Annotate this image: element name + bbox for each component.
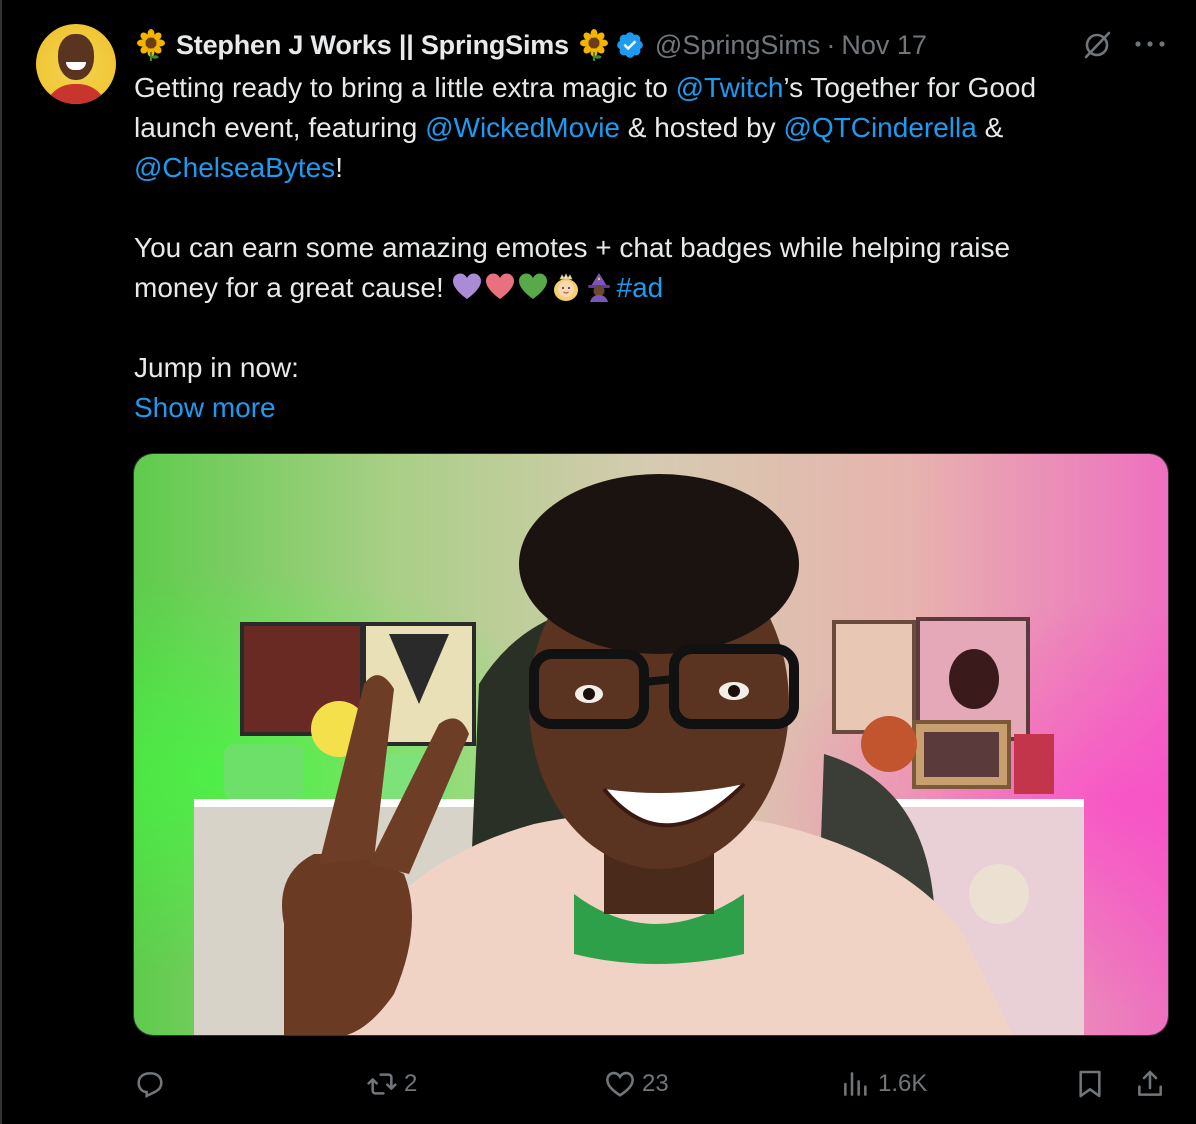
text-segment: money for a great cause!	[134, 272, 452, 303]
hashtag-ad[interactable]: #ad	[617, 272, 664, 303]
show-more-link[interactable]: Show more	[134, 392, 276, 423]
tweet-text: Getting ready to bring a little extra ma…	[134, 68, 1154, 428]
mention-twitch[interactable]: @Twitch	[676, 72, 784, 103]
retweet-count: 2	[404, 1070, 418, 1097]
pink-heart-icon	[485, 273, 514, 299]
sunflower-icon	[579, 29, 608, 61]
share-icon	[1138, 1070, 1162, 1096]
mention-chelseabytes[interactable]: @ChelseaBytes	[134, 152, 335, 183]
heart-icon	[606, 1071, 634, 1097]
mention-qtcinderella[interactable]: @QTCinderella	[783, 112, 976, 143]
bookmark-button[interactable]	[1074, 1062, 1106, 1106]
text-segment: Jump in now:	[134, 352, 299, 383]
views-button[interactable]: 1.6K	[840, 1062, 927, 1106]
tweet-actions: 2 23 1.6K	[134, 1062, 1170, 1106]
retweet-button[interactable]: 2	[366, 1062, 417, 1106]
share-button[interactable]	[1134, 1062, 1166, 1106]
author-handle[interactable]: @SpringSims	[655, 30, 820, 61]
like-count: 23	[642, 1070, 669, 1097]
princess-icon	[553, 273, 578, 301]
witch-icon	[587, 273, 610, 302]
text-segment: &	[976, 112, 1004, 143]
views-icon	[844, 1072, 867, 1096]
tweet-header: Stephen J Works || SpringSims @SpringSim…	[134, 26, 927, 64]
avatar[interactable]	[36, 24, 116, 104]
text-segment: !	[335, 152, 343, 183]
tweet-date[interactable]: Nov 17	[841, 30, 927, 61]
more-options-icon[interactable]	[1130, 34, 1170, 54]
mention-wickedmovie[interactable]: @WickedMovie	[425, 112, 620, 143]
text-segment: & hosted by	[620, 112, 784, 143]
purple-heart-icon	[452, 273, 481, 299]
author-name-group[interactable]: Stephen J Works || SpringSims	[134, 28, 645, 62]
author-display-name[interactable]: Stephen J Works || SpringSims	[176, 30, 569, 61]
text-segment: Getting ready to bring a little extra ma…	[134, 72, 676, 103]
text-segment: ’s Together for Good	[783, 72, 1037, 103]
green-heart-icon	[518, 273, 547, 299]
tweet-photo[interactable]	[133, 453, 1169, 1036]
text-segment: You can earn some amazing emotes + chat …	[134, 232, 1011, 263]
photo-image	[134, 454, 1168, 1035]
like-button[interactable]: 23	[604, 1062, 669, 1106]
reply-icon	[137, 1072, 163, 1099]
grok-icon[interactable]	[1080, 28, 1114, 62]
header-separator: ·	[826, 29, 836, 60]
views-count: 1.6K	[878, 1070, 928, 1097]
bookmark-icon	[1079, 1070, 1101, 1098]
sunflower-icon	[137, 29, 165, 61]
text-segment: launch event, featuring	[134, 112, 426, 143]
verified-badge-icon[interactable]	[615, 30, 645, 60]
reply-button[interactable]	[134, 1062, 172, 1106]
tweet[interactable]: Stephen J Works || SpringSims @SpringSim…	[0, 0, 1196, 1124]
retweet-icon	[367, 1073, 397, 1095]
